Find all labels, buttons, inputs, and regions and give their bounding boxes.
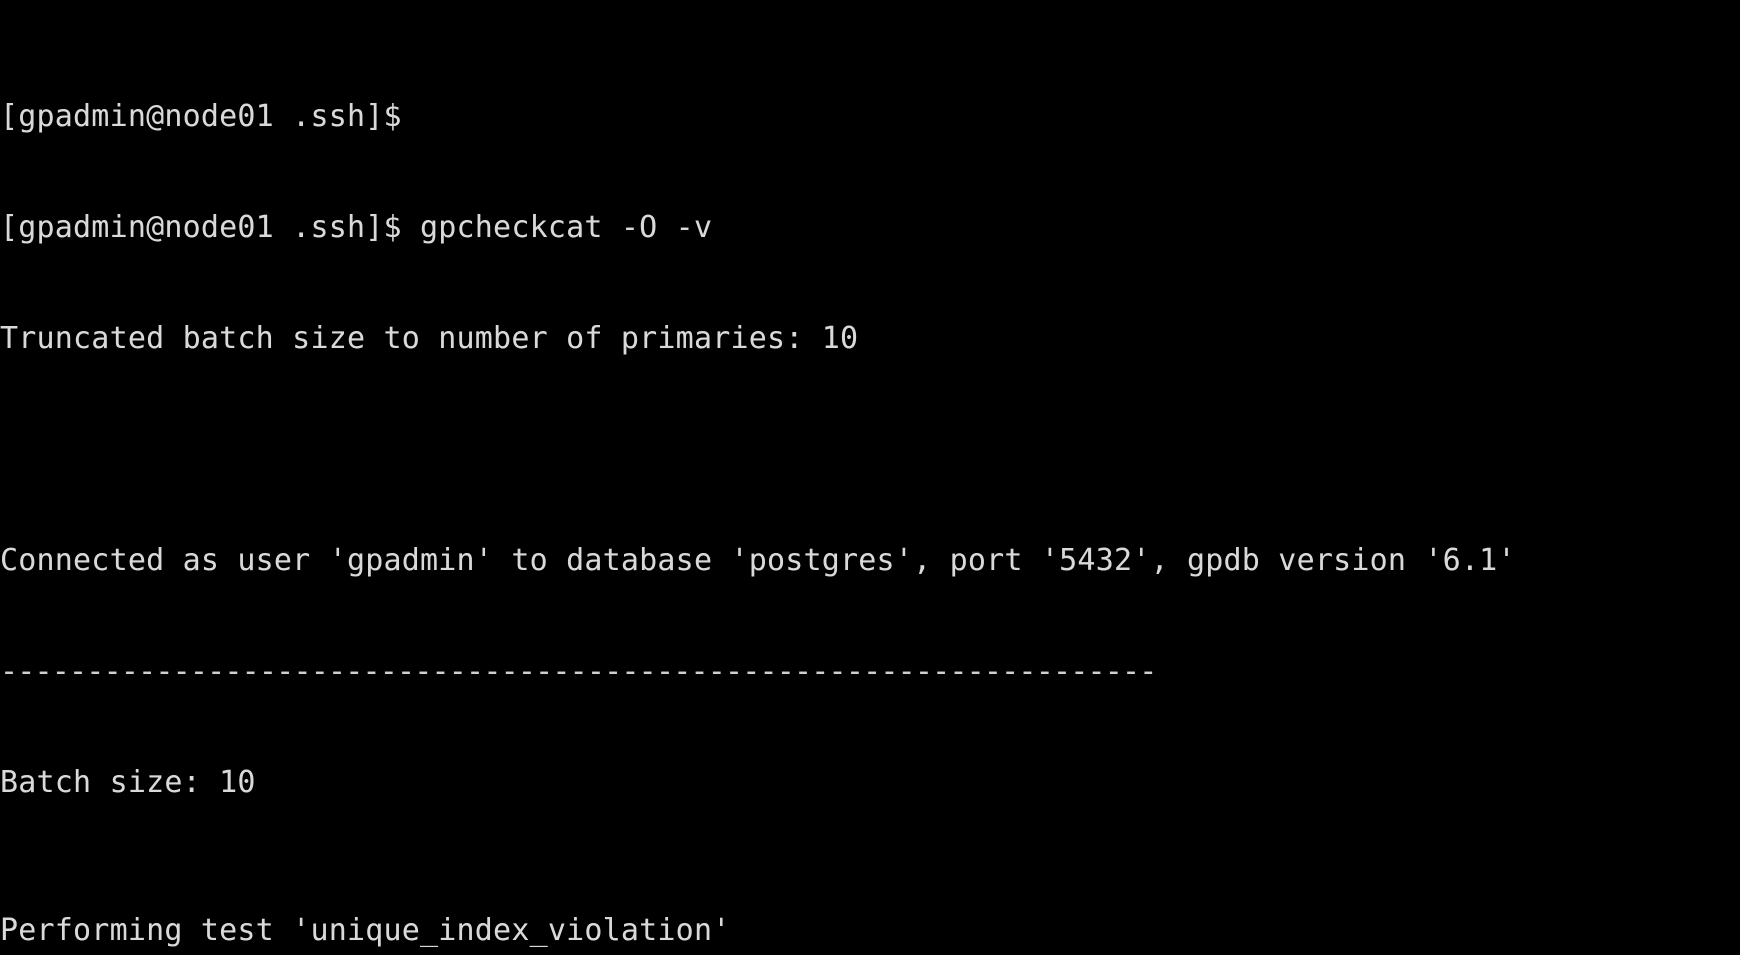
terminal-line-prompt-idle: [gpadmin@node01 .ssh]$ — [0, 99, 402, 134]
terminal-line-batch-size: Batch size: 10 — [0, 765, 256, 800]
terminal-screen[interactable]: [gpadmin@node01 .ssh]$ [gpadmin@node01 .… — [0, 0, 1740, 955]
terminal-line-truncated-batch: Truncated batch size to number of primar… — [0, 321, 859, 356]
terminal-line-performing-unique-index-violation: Performing test 'unique_index_violation' — [0, 913, 731, 948]
terminal-line-connected: Connected as user 'gpadmin' to database … — [0, 543, 1516, 578]
terminal-line-separator: ----------------------------------------… — [0, 654, 1157, 689]
terminal-line-command: [gpadmin@node01 .ssh]$ gpcheckcat -O -v — [0, 210, 713, 245]
terminal-window[interactable]: [gpadmin@node01 .ssh]$ [gpadmin@node01 .… — [0, 0, 1740, 955]
